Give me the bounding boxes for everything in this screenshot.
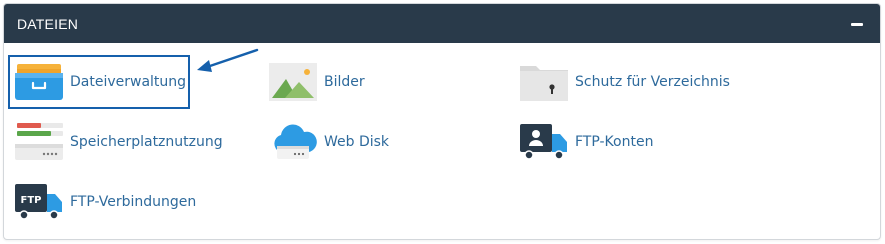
item-ftp-accounts[interactable]: FTP-Konten bbox=[519, 122, 653, 162]
item-images[interactable]: Bilder bbox=[268, 62, 365, 102]
item-label: FTP-Konten bbox=[575, 134, 654, 150]
disk-usage-icon bbox=[14, 122, 64, 162]
item-label: Bilder bbox=[324, 74, 365, 90]
panel-header: DATEIEN bbox=[4, 4, 880, 43]
directory-privacy-folder-icon bbox=[519, 62, 569, 102]
svg-text:FTP: FTP bbox=[21, 195, 42, 206]
item-label: Web Disk bbox=[324, 134, 390, 150]
web-disk-cloud-icon bbox=[268, 122, 318, 162]
ftp-accounts-truck-icon bbox=[519, 122, 569, 162]
item-web-disk[interactable]: Web Disk bbox=[268, 122, 389, 162]
item-label: FTP-Verbindungen bbox=[70, 194, 197, 210]
images-icon bbox=[268, 62, 318, 102]
ftp-connections-truck-icon: FTP bbox=[14, 182, 64, 222]
collapse-button[interactable] bbox=[850, 17, 864, 31]
item-label: Schutz für Verzeichnis bbox=[575, 74, 730, 90]
highlight-box bbox=[8, 55, 190, 109]
panel-title: DATEIEN bbox=[17, 15, 79, 32]
item-label: Speicherplatznutzung bbox=[70, 134, 223, 150]
item-ftp-connections[interactable]: FTP FTP-Verbindungen bbox=[14, 182, 196, 222]
arrow-icon bbox=[197, 48, 259, 72]
item-directory-privacy[interactable]: Schutz für Verzeichnis bbox=[519, 62, 730, 102]
item-disk-usage[interactable]: Speicherplatznutzung bbox=[14, 122, 223, 162]
minus-icon bbox=[851, 22, 863, 26]
